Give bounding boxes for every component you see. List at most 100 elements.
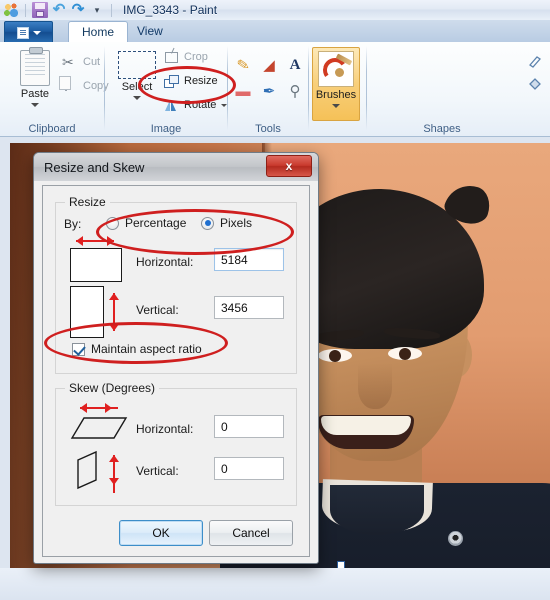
subject-eye-left [318,349,352,362]
magnifier-tool-button[interactable]: ⚲ [282,78,308,104]
app-menu-button[interactable] [4,21,53,43]
cut-label: Cut [83,56,101,68]
brushes-label: Brushes [315,89,357,101]
paint-app-icon[interactable] [3,2,19,18]
ribbon-group-shapes: ▲ ▼ ≡ Shapes [367,42,522,136]
resize-group: Resize By: Percentage Pixels Horizontal:… [55,195,297,374]
copy-button[interactable]: Copy [62,77,109,94]
vertical-size-icon [70,286,119,338]
rotate-button[interactable]: Rotate [163,97,228,113]
group-label-tools: Tools [255,123,281,135]
chevron-down-icon [32,30,41,35]
customize-qat-icon[interactable]: ▾ [89,2,105,18]
skew-horizontal-label: Horizontal: [136,422,194,436]
skew-horizontal-icon [70,403,130,445]
fill-tool-button[interactable]: ◢ [256,52,282,78]
percentage-radio-option[interactable]: Percentage [106,216,186,230]
magnifier-icon: ⚲ [289,82,301,100]
cut-button[interactable]: Cut [62,54,100,70]
brush-icon [318,51,354,87]
menu-icon [16,26,29,39]
text-tool-button[interactable]: A [282,52,308,78]
rotate-label: Rotate [184,99,217,111]
eraser-tool-button[interactable]: ▬ [230,78,256,104]
paste-label: Paste [20,88,50,100]
resize-vertical-label-row: Vertical: [136,303,179,317]
tab-view[interactable]: View [124,21,176,42]
subject-collar [330,485,424,535]
ok-button[interactable]: OK [119,520,203,546]
maintain-aspect-ratio-option[interactable]: Maintain aspect ratio [72,342,202,356]
ribbon: Paste Cut Copy Clipboard Select Crop Res… [0,42,550,137]
dialog-title: Resize and Skew [44,159,145,175]
ribbon-group-brushes: Brushes Brushes [309,42,365,136]
skew-vertical-label-row: Vertical: [136,464,179,478]
skew-horizontal-input[interactable]: 0 [214,415,284,438]
select-button[interactable]: Select [108,48,166,116]
group-label-image: Image [150,123,182,135]
title-bar: ↶ ↷ ▾ IMG_3343 - Paint [0,0,550,20]
resize-button[interactable]: Resize [163,73,218,89]
window-title: IMG_3343 - Paint [123,3,218,17]
text-icon: A [289,56,301,73]
crop-icon [163,49,179,65]
pencil-tool-button[interactable]: ✎ [230,52,256,78]
skew-vertical-input[interactable]: 0 [214,457,284,480]
percentage-radio[interactable] [106,216,119,230]
chevron-down-icon[interactable] [31,103,39,107]
quick-access-toolbar: ↶ ↷ ▾ [0,2,115,18]
skew-horizontal-label-row: Horizontal: [136,422,193,436]
chevron-down-icon[interactable] [133,96,141,100]
dialog-title-bar[interactable]: Resize and Skew x [34,153,318,181]
select-label: Select [121,81,153,93]
crop-button[interactable]: Crop [163,49,208,65]
pixels-radio[interactable] [201,216,214,230]
fill-button[interactable] [524,72,546,94]
subject-smile [318,415,414,449]
shirt-button-top [448,531,463,546]
close-icon[interactable]: x [266,155,312,177]
dialog-body: Resize By: Percentage Pixels Horizontal:… [42,185,310,557]
paste-button[interactable]: Paste [10,47,60,116]
rotate-icon [163,97,179,113]
maintain-aspect-ratio-checkbox[interactable] [72,342,85,356]
color-picker-icon: ✒ [262,82,276,100]
brushes-button[interactable]: Brushes [312,47,360,121]
chevron-down-icon[interactable] [332,104,340,108]
redo-icon[interactable]: ↷ [70,2,86,18]
resize-icon [163,73,179,89]
by-label: By: [64,217,82,231]
pixels-label: Pixels [220,216,253,230]
resize-horizontal-input[interactable]: 5184 [214,248,284,271]
horizontal-size-icon [70,236,122,282]
qat-divider-2 [111,3,112,17]
qat-divider [25,3,26,17]
shape-style-column [524,50,550,94]
ribbon-tab-strip: Home View [0,20,550,43]
resize-and-skew-dialog: Resize and Skew x Resize By: Percentage … [33,152,319,564]
resize-horizontal-label: Horizontal: [136,255,194,269]
undo-icon[interactable]: ↶ [51,2,67,18]
resize-vertical-label: Vertical: [136,303,179,317]
color-picker-tool-button[interactable]: ✒ [256,78,282,104]
subject-eye-right [388,347,422,360]
tab-home[interactable]: Home [68,21,129,43]
ribbon-group-image: Select Crop Resize Rotate Image [105,42,228,136]
crop-label: Crop [184,51,208,63]
outline-button[interactable] [524,50,546,72]
percentage-label: Percentage [125,216,187,230]
copy-icon [62,77,78,94]
resize-vertical-input[interactable]: 3456 [214,296,284,319]
status-bar [0,568,550,600]
by-label-row: By: [64,217,81,231]
ribbon-group-clipboard: Paste Cut Copy Clipboard [0,42,109,136]
ribbon-group-tools: ✎ ◢ A ▬ ✒ ⚲ Tools [228,42,308,136]
group-label-clipboard: Clipboard [28,123,76,135]
resize-label: Resize [184,75,218,87]
cancel-button[interactable]: Cancel [209,520,293,546]
skew-group-caption: Skew (Degrees) [65,381,160,395]
pixels-radio-option[interactable]: Pixels [201,216,252,230]
save-icon[interactable] [32,2,48,18]
scissors-icon [62,54,78,70]
canvas-resize-handle[interactable] [337,561,345,568]
